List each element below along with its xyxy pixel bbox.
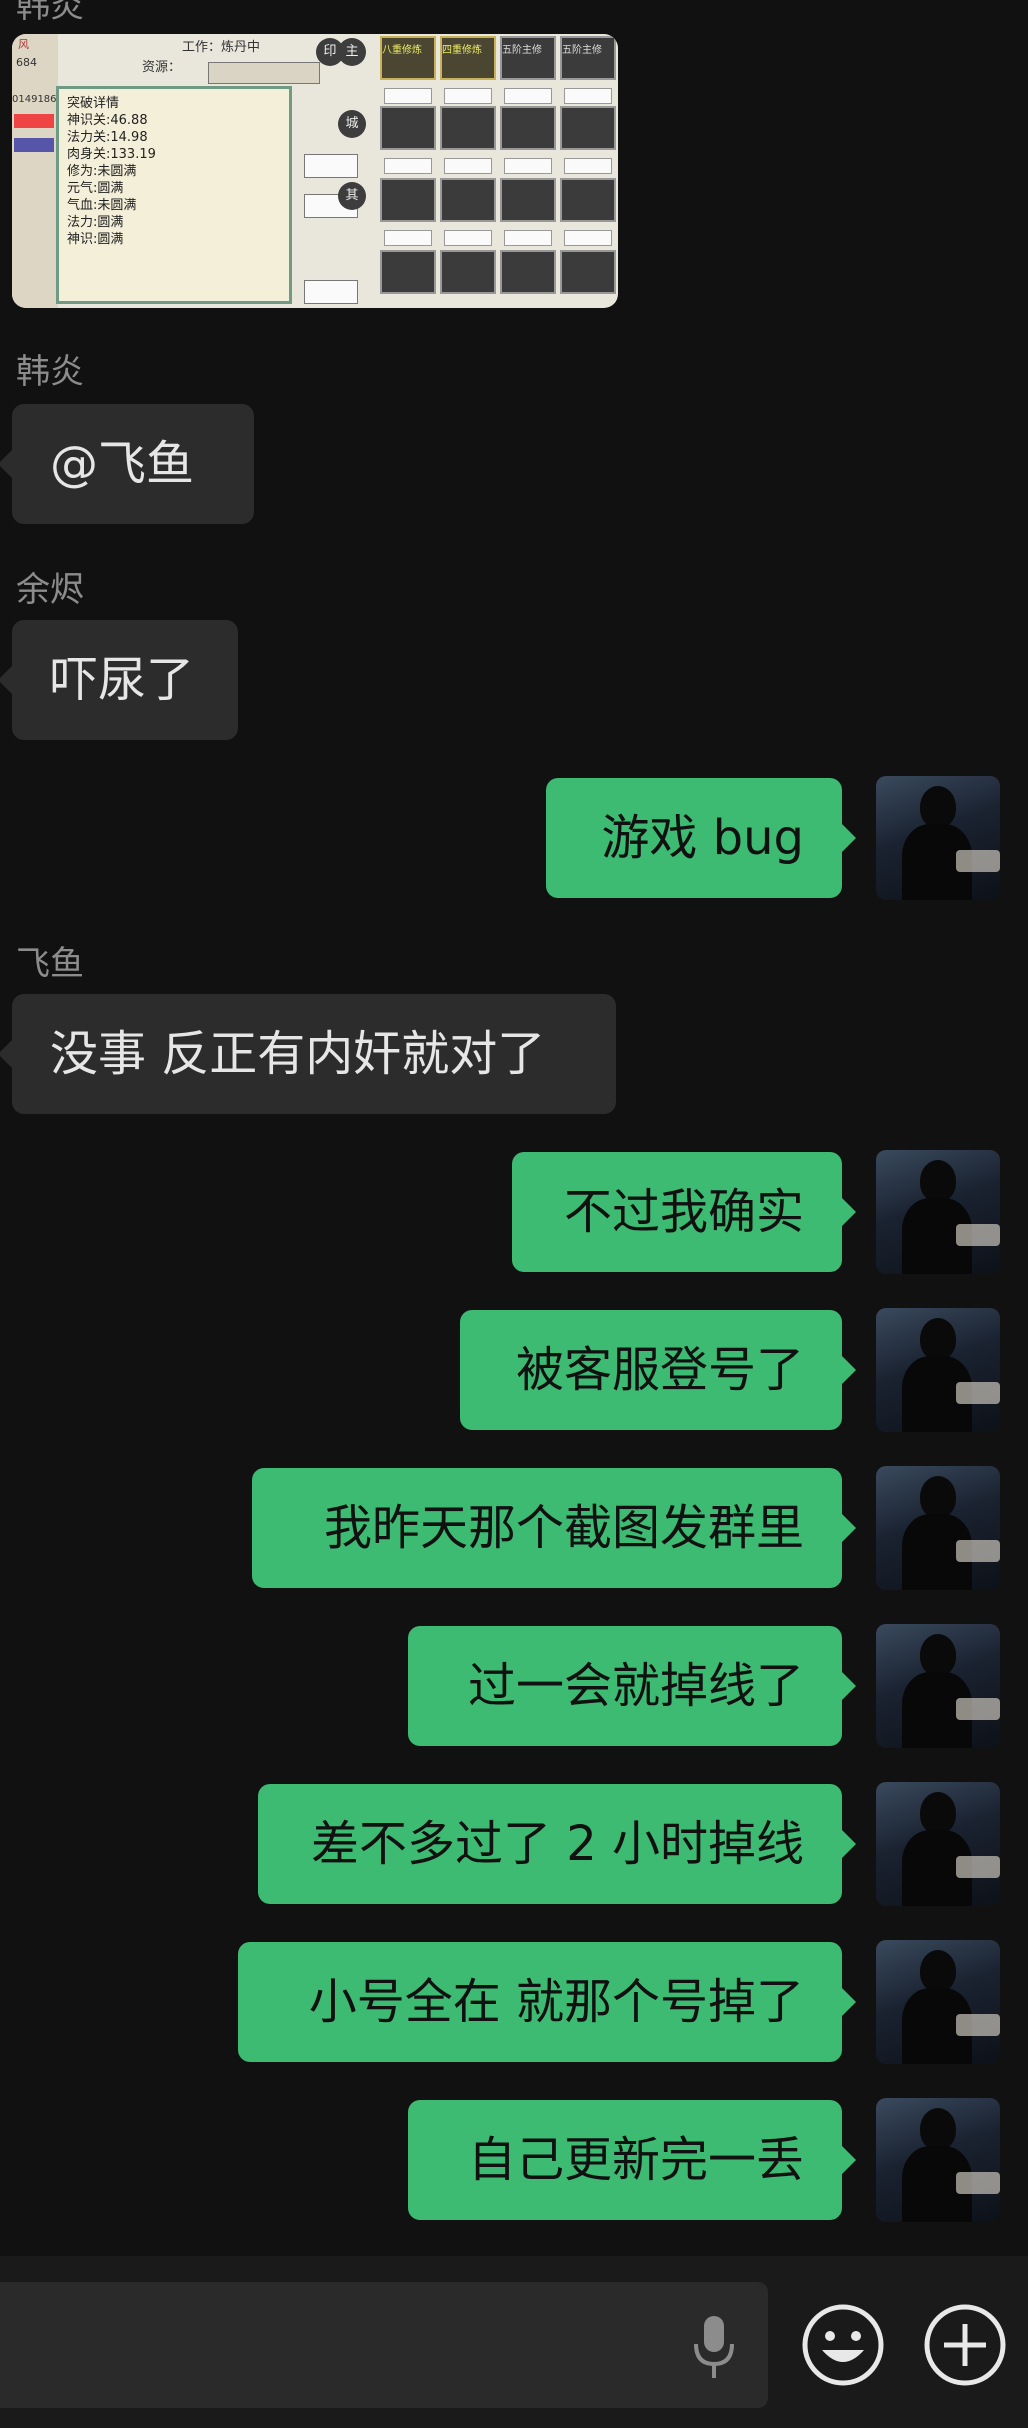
game-tile: 五阶主修	[500, 36, 556, 80]
game-side-column: 印	[298, 34, 364, 308]
game-nav-button: 其	[338, 182, 366, 210]
game-tile-button	[564, 230, 612, 246]
panel-line: 元气:圆满	[67, 181, 124, 196]
game-work-label: 工作：炼丹中	[182, 40, 261, 55]
game-tile: 八重修炼	[380, 36, 436, 80]
plus-icon[interactable]	[920, 2300, 1010, 2390]
panel-line: 法力:圆满	[67, 215, 124, 230]
sender-name: 飞鱼	[16, 944, 84, 984]
smile-icon[interactable]	[798, 2300, 888, 2390]
sender-name: 余烬	[16, 570, 84, 610]
message-bubble[interactable]: 我昨天那个截图发群里	[252, 1468, 856, 1588]
sender-name: 韩炎	[16, 352, 84, 392]
game-left-bar: 风 684 0149186	[12, 34, 58, 308]
sender-name: 韩炎	[16, 0, 84, 26]
game-side-button	[304, 280, 358, 304]
game-tile-button	[504, 230, 552, 246]
game-tile-button	[384, 88, 432, 104]
game-tile-button	[564, 158, 612, 174]
game-left-value: 684	[16, 56, 37, 69]
message-bubble[interactable]: 小号全在 就那个号掉了	[238, 1942, 856, 2062]
tile-text: 五阶主修	[562, 45, 602, 56]
avatar[interactable]	[876, 776, 1000, 900]
message-bubble[interactable]: 被客服登号了	[460, 1310, 856, 1430]
message-bubble[interactable]: 游戏 bug	[546, 778, 856, 898]
game-left-value: 0149186	[12, 94, 57, 105]
panel-line: 气血:未圆满	[67, 198, 137, 213]
avatar[interactable]	[876, 1308, 1000, 1432]
game-side-button	[304, 154, 358, 178]
game-tile	[500, 106, 556, 150]
message-input[interactable]	[0, 2282, 768, 2408]
game-resource-label: 资源：	[142, 60, 182, 75]
panel-line: 修为:未圆满	[67, 164, 137, 179]
game-tile-grid: 八重修炼 四重修炼 五阶主修 五阶主修	[368, 34, 618, 308]
game-tile	[380, 106, 436, 150]
game-left-value: 风	[18, 38, 29, 51]
game-tile	[440, 178, 496, 222]
game-tile-button	[444, 158, 492, 174]
game-tile-button	[504, 158, 552, 174]
avatar[interactable]	[876, 1466, 1000, 1590]
game-red-badge	[14, 114, 54, 128]
game-tile	[500, 178, 556, 222]
tile-text: 五阶主修	[502, 45, 542, 56]
game-nav-button: 城	[338, 110, 366, 138]
message-bubble[interactable]: 过一会就掉线了	[408, 1626, 856, 1746]
image-message[interactable]: 风 684 0149186 工作：炼丹中 资源： 突破详情 神识关:46.88 …	[12, 34, 618, 308]
game-tile	[440, 106, 496, 150]
avatar[interactable]	[876, 1940, 1000, 2064]
game-tile	[560, 178, 616, 222]
game-tile	[500, 250, 556, 294]
panel-line: 法力关:14.98	[67, 130, 148, 145]
tile-text: 四重修炼	[442, 45, 482, 56]
game-tile	[380, 178, 436, 222]
game-tile-button	[384, 230, 432, 246]
panel-line: 肉身关:133.19	[67, 147, 156, 162]
game-tile-button	[444, 230, 492, 246]
game-tile-button	[384, 158, 432, 174]
game-tile	[560, 106, 616, 150]
game-tile	[380, 250, 436, 294]
avatar[interactable]	[876, 2098, 1000, 2222]
panel-title: 突破详情	[67, 96, 120, 111]
game-detail-panel: 突破详情 神识关:46.88 法力关:14.98 肉身关:133.19 修为:未…	[56, 86, 292, 304]
game-tile: 五阶主修	[560, 36, 616, 80]
message-bubble[interactable]: 差不多过了 2 小时掉线	[258, 1784, 856, 1904]
message-bubble[interactable]: 自己更新完一丢	[408, 2100, 856, 2220]
message-bubble[interactable]: 不过我确实	[512, 1152, 856, 1272]
game-tile	[560, 250, 616, 294]
panel-line: 神识关:46.88	[67, 113, 148, 128]
message-bubble[interactable]: @飞鱼	[0, 404, 254, 524]
message-bubble[interactable]: 没事 反正有内奸就对了	[0, 994, 616, 1114]
tile-text: 八重修炼	[382, 45, 422, 56]
game-tile-button	[444, 88, 492, 104]
microphone-icon[interactable]	[688, 2312, 740, 2384]
game-blue-badge	[14, 138, 54, 152]
game-tile-button	[564, 88, 612, 104]
game-tile	[440, 250, 496, 294]
avatar[interactable]	[876, 1150, 1000, 1274]
game-tile-button	[504, 88, 552, 104]
panel-line: 神识:圆满	[67, 232, 124, 247]
avatar[interactable]	[876, 1624, 1000, 1748]
game-tile: 四重修炼	[440, 36, 496, 80]
avatar[interactable]	[876, 1782, 1000, 1906]
message-bubble[interactable]: 吓尿了	[0, 620, 238, 740]
game-nav-button: 主	[338, 38, 366, 66]
